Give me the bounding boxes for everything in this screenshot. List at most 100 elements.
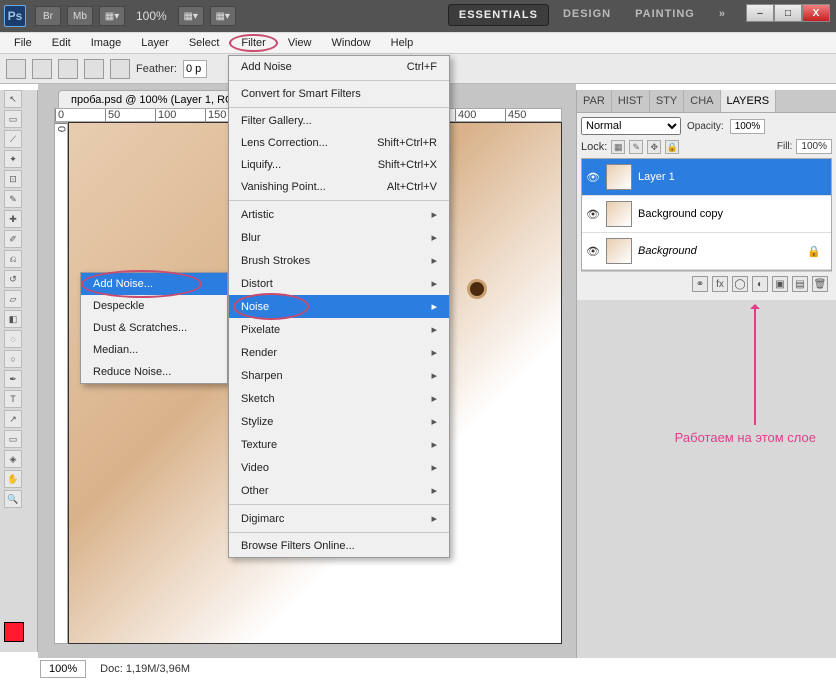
submenu-dust-scratches[interactable]: Dust & Scratches...: [81, 317, 227, 339]
menu-edit[interactable]: Edit: [42, 34, 81, 52]
wand-tool-icon[interactable]: ✦: [4, 150, 22, 168]
new-layer-icon[interactable]: ▤: [792, 276, 808, 292]
hand-tool-icon[interactable]: ✋: [4, 470, 22, 488]
workspace-design[interactable]: DESIGN: [553, 4, 621, 26]
marquee-row-icon[interactable]: [84, 59, 104, 79]
lock-position-icon[interactable]: ✥: [647, 140, 661, 154]
close-button[interactable]: X: [802, 4, 830, 22]
minimize-button[interactable]: –: [746, 4, 774, 22]
delete-layer-icon[interactable]: 🗑: [812, 276, 828, 292]
menu-filter-gallery[interactable]: Filter Gallery...: [229, 110, 449, 132]
menu-digimarc[interactable]: Digimarc: [229, 507, 449, 530]
document-tab[interactable]: проба.psd @ 100% (Layer 1, RG: [58, 90, 247, 109]
menu-lens-correction[interactable]: Lens Correction...Shift+Ctrl+R: [229, 132, 449, 154]
menu-distort[interactable]: Distort: [229, 272, 449, 295]
type-tool-icon[interactable]: T: [4, 390, 22, 408]
screenmode-button[interactable]: ▦▾: [99, 6, 125, 26]
menu-stylize[interactable]: Stylize: [229, 410, 449, 433]
menu-render[interactable]: Render: [229, 341, 449, 364]
history-brush-icon[interactable]: ↺: [4, 270, 22, 288]
submenu-median[interactable]: Median...: [81, 339, 227, 361]
layer-item-bgcopy[interactable]: 👁 Background copy: [582, 196, 831, 233]
lasso-tool-icon[interactable]: ⟋: [4, 130, 22, 148]
visibility-icon[interactable]: 👁: [586, 207, 600, 221]
marquee-col-icon[interactable]: [110, 59, 130, 79]
tab-paragraph[interactable]: PAR: [577, 90, 612, 112]
layer-mask-icon[interactable]: ◯: [732, 276, 748, 292]
shape-tool-icon[interactable]: ▭: [4, 430, 22, 448]
lock-pixels-icon[interactable]: ✎: [629, 140, 643, 154]
crop-tool-icon[interactable]: ⊡: [4, 170, 22, 188]
path-tool-icon[interactable]: ↗: [4, 410, 22, 428]
layer-thumbnail[interactable]: [606, 201, 632, 227]
feather-input[interactable]: [183, 60, 207, 78]
menu-noise[interactable]: Noise: [229, 295, 449, 318]
menu-vanishing-point[interactable]: Vanishing Point...Alt+Ctrl+V: [229, 176, 449, 198]
marquee-rect-icon[interactable]: [32, 59, 52, 79]
move-tool-icon[interactable]: ↖: [4, 90, 22, 108]
group-icon[interactable]: ▣: [772, 276, 788, 292]
extras-button[interactable]: ▦▾: [210, 6, 236, 26]
lock-all-icon[interactable]: 🔒: [665, 140, 679, 154]
zoom-tool-icon[interactable]: 🔍: [4, 490, 22, 508]
healing-tool-icon[interactable]: ✚: [4, 210, 22, 228]
arrange-docs-button[interactable]: ▦▾: [178, 6, 204, 26]
submenu-add-noise[interactable]: Add Noise...: [81, 273, 227, 295]
workspace-more-icon[interactable]: »: [709, 4, 736, 26]
menu-help[interactable]: Help: [381, 34, 424, 52]
eraser-tool-icon[interactable]: ▱: [4, 290, 22, 308]
tab-histogram[interactable]: HIST: [612, 90, 650, 112]
zoom-level[interactable]: 100%: [136, 9, 167, 23]
layer-item-background[interactable]: 👁 Background 🔒: [582, 233, 831, 270]
menu-brush-strokes[interactable]: Brush Strokes: [229, 249, 449, 272]
marquee-tool-icon[interactable]: ▭: [4, 110, 22, 128]
fill-value[interactable]: 100%: [796, 139, 832, 154]
dodge-tool-icon[interactable]: ○: [4, 350, 22, 368]
opacity-value[interactable]: 100%: [730, 119, 766, 134]
submenu-despeckle[interactable]: Despeckle: [81, 295, 227, 317]
menu-other[interactable]: Other: [229, 479, 449, 502]
layer-item-layer1[interactable]: 👁 Layer 1: [582, 159, 831, 196]
menu-select[interactable]: Select: [179, 34, 230, 52]
tab-layers[interactable]: LAYERS: [721, 90, 777, 112]
menu-image[interactable]: Image: [81, 34, 132, 52]
pen-tool-icon[interactable]: ✒: [4, 370, 22, 388]
workspace-essentials[interactable]: ESSENTIALS: [448, 4, 549, 26]
menu-blur[interactable]: Blur: [229, 226, 449, 249]
foreground-color-swatch[interactable]: [4, 622, 24, 642]
tab-channels[interactable]: CHA: [684, 90, 720, 112]
tool-preset-icon[interactable]: [6, 59, 26, 79]
minibridge-button[interactable]: Mb: [67, 6, 93, 26]
bridge-button[interactable]: Br: [35, 6, 61, 26]
visibility-icon[interactable]: 👁: [586, 170, 600, 184]
menu-layer[interactable]: Layer: [131, 34, 179, 52]
layer-thumbnail[interactable]: [606, 164, 632, 190]
menu-last-filter[interactable]: Add Noise Ctrl+F: [229, 56, 449, 78]
menu-browse-filters[interactable]: Browse Filters Online...: [229, 535, 449, 557]
layer-thumbnail[interactable]: [606, 238, 632, 264]
menu-pixelate[interactable]: Pixelate: [229, 318, 449, 341]
maximize-button[interactable]: □: [774, 4, 802, 22]
menu-sketch[interactable]: Sketch: [229, 387, 449, 410]
workspace-painting[interactable]: PAINTING: [625, 4, 705, 26]
visibility-icon[interactable]: 👁: [586, 244, 600, 258]
menu-liquify[interactable]: Liquify...Shift+Ctrl+X: [229, 154, 449, 176]
gradient-tool-icon[interactable]: ◧: [4, 310, 22, 328]
menu-window[interactable]: Window: [322, 34, 381, 52]
layer-style-icon[interactable]: fx: [712, 276, 728, 292]
lock-transparent-icon[interactable]: ▦: [611, 140, 625, 154]
menu-texture[interactable]: Texture: [229, 433, 449, 456]
menu-convert-smart[interactable]: Convert for Smart Filters: [229, 83, 449, 105]
menu-artistic[interactable]: Artistic: [229, 203, 449, 226]
link-layers-icon[interactable]: ⚭: [692, 276, 708, 292]
status-docinfo[interactable]: Doc: 1,19M/3,96M: [100, 663, 190, 675]
eyedropper-tool-icon[interactable]: ✎: [4, 190, 22, 208]
marquee-ellipse-icon[interactable]: [58, 59, 78, 79]
brush-tool-icon[interactable]: ✐: [4, 230, 22, 248]
menu-sharpen[interactable]: Sharpen: [229, 364, 449, 387]
tab-styles[interactable]: STY: [650, 90, 684, 112]
submenu-reduce-noise[interactable]: Reduce Noise...: [81, 361, 227, 383]
3d-tool-icon[interactable]: ◈: [4, 450, 22, 468]
blur-tool-icon[interactable]: ◌: [4, 330, 22, 348]
menu-filter[interactable]: Filter: [229, 34, 277, 52]
